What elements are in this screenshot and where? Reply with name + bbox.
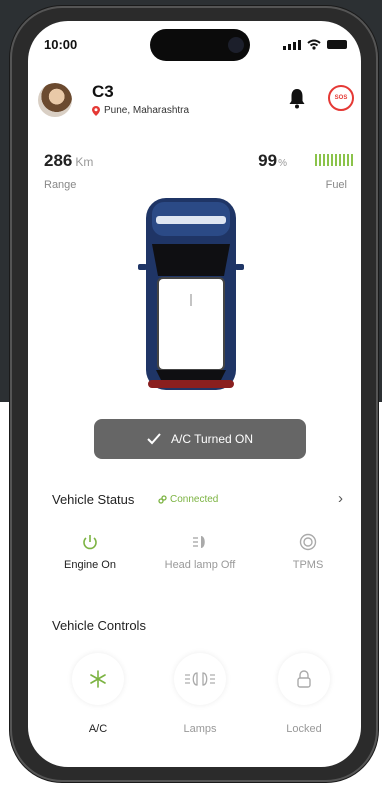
vehicle-name: C3 bbox=[92, 82, 114, 101]
fuel-number: 99 bbox=[258, 151, 278, 170]
avatar[interactable] bbox=[38, 83, 72, 117]
fuel-label: Fuel bbox=[325, 179, 347, 191]
range-label: Range bbox=[44, 179, 77, 191]
app-screen: 10:00 C3 Pune, Maharashtra SOS 286 Km Ra… bbox=[28, 21, 361, 767]
control-lamps[interactable]: Lamps bbox=[150, 653, 250, 735]
vehicle-status-title: Vehicle Status bbox=[52, 492, 135, 507]
car-top-view bbox=[138, 198, 244, 390]
tire-icon bbox=[299, 533, 317, 551]
location-pin-icon bbox=[92, 105, 100, 116]
connection-badge: Connected bbox=[158, 494, 218, 505]
fan-icon bbox=[90, 670, 106, 688]
status-headlamp: Head lamp Off bbox=[150, 533, 250, 571]
bell-icon[interactable] bbox=[288, 87, 306, 109]
header: C3 Pune, Maharashtra SOS bbox=[28, 79, 361, 129]
fuel-unit: % bbox=[278, 158, 287, 169]
range-unit: Km bbox=[75, 155, 94, 169]
toast-text: A/C Turned ON bbox=[170, 432, 254, 446]
range-value: 286 Km bbox=[44, 151, 93, 171]
headlamp-icon bbox=[193, 536, 205, 548]
fuel-value: 99% bbox=[258, 151, 287, 171]
control-ac-label: A/C bbox=[88, 723, 108, 735]
status-engine-label: Engine On bbox=[64, 559, 116, 571]
control-lamps-label: Lamps bbox=[183, 723, 217, 735]
chevron-right-icon[interactable]: › bbox=[338, 490, 343, 507]
camera-icon bbox=[228, 37, 244, 53]
status-headlamp-label: Head lamp Off bbox=[164, 559, 236, 571]
lock-icon bbox=[297, 670, 311, 688]
status-time: 10:00 bbox=[44, 37, 78, 52]
wifi-icon bbox=[307, 39, 321, 50]
status-tpms: TPMS bbox=[258, 533, 358, 571]
link-icon bbox=[158, 495, 167, 504]
control-lock[interactable]: Locked bbox=[254, 653, 354, 735]
battery-icon bbox=[327, 40, 347, 49]
vehicle-controls-title: Vehicle Controls bbox=[52, 618, 146, 633]
control-lock-label: Locked bbox=[286, 723, 322, 735]
status-tpms-label: TPMS bbox=[292, 559, 324, 571]
status-bar: 10:00 bbox=[28, 21, 361, 71]
dynamic-island bbox=[150, 29, 250, 61]
lock-toggle-button[interactable] bbox=[278, 653, 330, 705]
sos-icon[interactable]: SOS bbox=[328, 85, 354, 111]
lamps-icon bbox=[185, 672, 215, 686]
status-engine: Engine On bbox=[40, 533, 140, 571]
ac-status-toast: A/C Turned ON bbox=[94, 419, 306, 459]
ac-toggle-button[interactable] bbox=[72, 653, 124, 705]
location: Pune, Maharashtra bbox=[92, 105, 189, 116]
fuel-gauge bbox=[315, 154, 354, 166]
range-number: 286 bbox=[44, 151, 73, 170]
connection-text: Connected bbox=[170, 494, 219, 505]
control-ac[interactable]: A/C bbox=[48, 653, 148, 735]
status-icons bbox=[283, 39, 347, 50]
location-text: Pune, Maharashtra bbox=[104, 105, 190, 116]
power-icon bbox=[83, 535, 97, 550]
signal-icon bbox=[283, 39, 301, 50]
lamps-toggle-button[interactable] bbox=[174, 653, 226, 705]
check-icon bbox=[147, 433, 161, 445]
